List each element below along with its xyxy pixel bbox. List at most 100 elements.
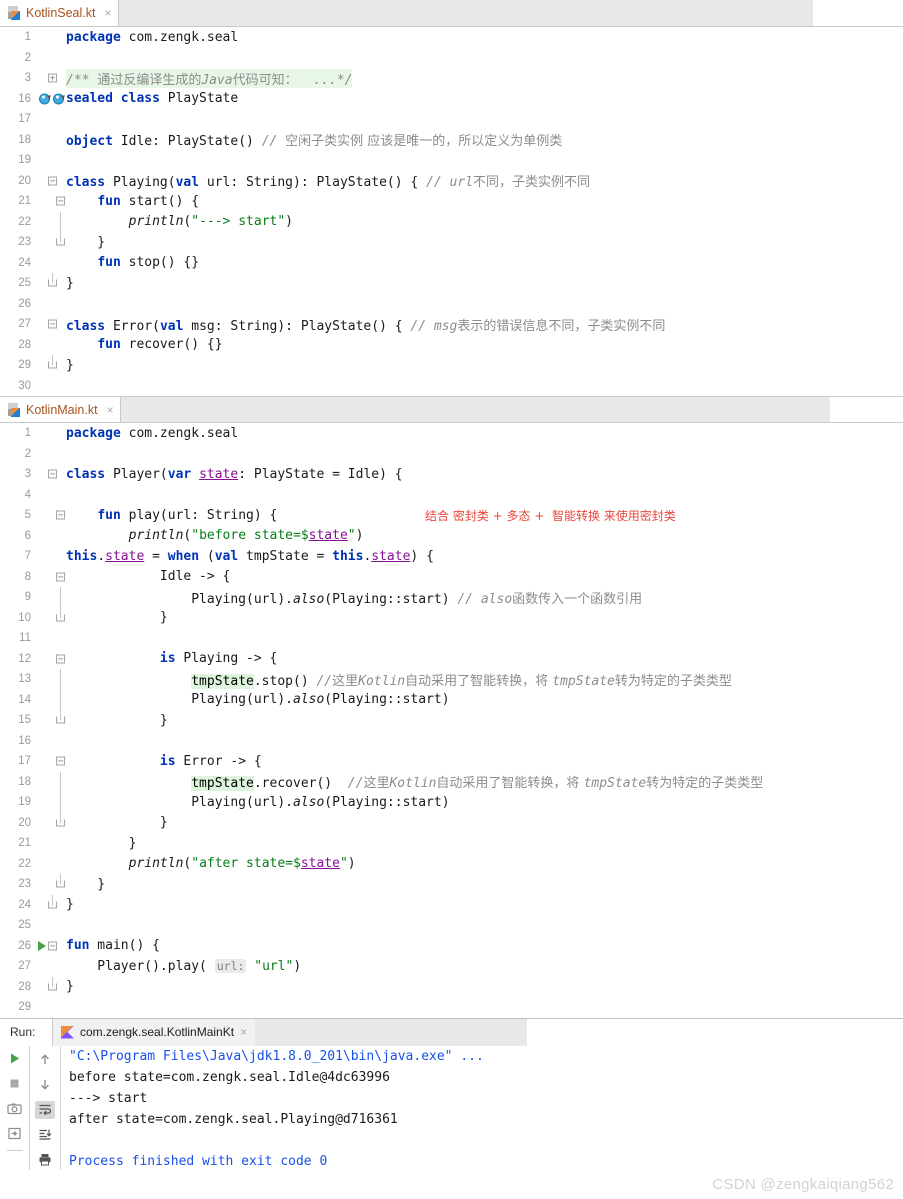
gutter-markers[interactable] (36, 355, 66, 376)
gutter-markers[interactable] (36, 129, 66, 150)
gutter-markers[interactable] (36, 314, 66, 335)
gutter-markers[interactable] (36, 443, 66, 464)
gutter-markers[interactable] (36, 525, 66, 546)
gutter-markers[interactable] (36, 464, 66, 485)
code-line[interactable]: 25} (0, 273, 903, 294)
gutter-markers[interactable] (36, 607, 66, 628)
gutter-markers[interactable] (36, 109, 66, 130)
code-line[interactable]: 5 fun play(url: String) {结合 密封类 + 多态 + 智… (0, 505, 903, 526)
gutter-markers[interactable] (36, 546, 66, 567)
code-line[interactable]: 12 is Playing -> { (0, 648, 903, 669)
gutter-markers[interactable] (36, 812, 66, 833)
gutter-markers[interactable] (36, 170, 66, 191)
gutter-markers[interactable] (36, 505, 66, 526)
console-output[interactable]: "C:\Program Files\Java\jdk1.8.0_201\bin\… (61, 1045, 903, 1170)
fold-collapse-icon[interactable] (48, 469, 57, 479)
code-line[interactable]: 19 Playing(url).also(Playing::start) (0, 792, 903, 813)
rerun-button[interactable] (5, 1125, 25, 1143)
code-line[interactable]: 13 tmpState.stop() //这里Kotlin自动采用了智能转换，将… (0, 669, 903, 690)
code-line[interactable]: 20 class Playing(val url: String): PlaySt… (0, 170, 903, 191)
code-line[interactable]: 16 (0, 730, 903, 751)
up-arrow-button[interactable] (35, 1051, 55, 1069)
code-line[interactable]: 17 is Error -> { (0, 751, 903, 772)
code-line[interactable]: 21 } (0, 833, 903, 854)
fold-collapse-icon[interactable] (56, 756, 65, 766)
code-line[interactable]: 3 /** 通过反编译生成的Java代码可知： ...*/ (0, 68, 903, 89)
close-icon[interactable]: × (104, 7, 111, 19)
fold-collapse-icon[interactable] (56, 572, 65, 582)
fold-collapse-icon[interactable] (56, 654, 65, 664)
print-button[interactable] (35, 1151, 55, 1169)
gutter-markers[interactable] (36, 191, 66, 212)
gutter-markers[interactable] (36, 252, 66, 273)
gutter-markers[interactable] (36, 293, 66, 314)
gutter-markers[interactable] (36, 771, 66, 792)
tab-kotlinmain[interactable]: KotlinMain.kt × (0, 397, 120, 422)
code-line[interactable]: 23 } (0, 874, 903, 895)
code-line[interactable]: 28 fun recover() {} (0, 334, 903, 355)
camera-button[interactable] (5, 1100, 25, 1118)
code-line[interactable]: 17 (0, 109, 903, 130)
code-line[interactable]: 1 package com.zengk.seal (0, 27, 903, 48)
gutter-markers[interactable] (36, 375, 66, 396)
code-line[interactable]: 16 sealed class PlayState (0, 88, 903, 109)
code-line[interactable]: 29 (0, 997, 903, 1018)
gutter-markers[interactable] (36, 669, 66, 690)
gutter-markers[interactable] (36, 88, 66, 109)
gutter-markers[interactable] (36, 997, 66, 1018)
gutter-markers[interactable] (36, 751, 66, 772)
fold-collapse-icon[interactable] (48, 941, 57, 951)
code-line[interactable]: 27 class Error(val msg: String): PlayStat… (0, 314, 903, 335)
code-line[interactable]: 25 (0, 915, 903, 936)
code-line[interactable]: 3 class Player(var state: PlayState = Idl… (0, 464, 903, 485)
gutter-markers[interactable] (36, 935, 66, 956)
gutter-markers[interactable] (36, 334, 66, 355)
code-line[interactable]: 23 } (0, 232, 903, 253)
run-gutter-icon[interactable] (38, 940, 46, 951)
gutter-markers[interactable] (36, 150, 66, 171)
editor-kotlinseal[interactable]: 1package com.zengk.seal23/** 通过反编译生成的Jav… (0, 27, 903, 396)
gutter-markers[interactable] (36, 423, 66, 444)
code-line[interactable]: 27 Player().play( url: "url") (0, 956, 903, 977)
soft-wrap-button[interactable] (35, 1100, 55, 1119)
code-line[interactable]: 4 (0, 484, 903, 505)
code-line[interactable]: 28} (0, 976, 903, 997)
fold-expand-icon[interactable] (48, 73, 57, 83)
code-line[interactable]: 7 this.state = when (val tmpState = this.… (0, 546, 903, 567)
code-line[interactable]: 9 Playing(url).also(Playing::start) // a… (0, 587, 903, 608)
gutter-markers[interactable] (36, 211, 66, 232)
gutter-markers[interactable] (36, 47, 66, 68)
gutter-markers[interactable] (36, 833, 66, 854)
code-line[interactable]: 8 Idle -> { (0, 566, 903, 587)
gutter-markers[interactable] (36, 628, 66, 649)
gutter-markers[interactable] (36, 587, 66, 608)
gutter-markers[interactable] (36, 68, 66, 89)
close-icon[interactable]: × (107, 404, 114, 416)
gutter-markers[interactable] (36, 710, 66, 731)
code-line[interactable]: 30 (0, 375, 903, 396)
code-line[interactable]: 19 (0, 150, 903, 171)
code-line[interactable]: 18 tmpState.recover() //这里Kotlin自动采用了智能转… (0, 771, 903, 792)
gutter-markers[interactable] (36, 792, 66, 813)
code-line[interactable]: 20 } (0, 812, 903, 833)
gutter-markers[interactable] (36, 956, 66, 977)
run-tab-kotlinmainkt[interactable]: com.zengk.seal.KotlinMainKt × (53, 1018, 256, 1046)
fold-collapse-icon[interactable] (56, 510, 65, 520)
gutter-markers[interactable] (36, 232, 66, 253)
editor-kotlinmain[interactable]: 1package com.zengk.seal23class Player(va… (0, 423, 903, 1018)
implemented-by-gutter-icons[interactable] (39, 93, 65, 105)
code-line[interactable]: 26 fun main() { (0, 935, 903, 956)
close-icon[interactable]: × (240, 1025, 247, 1039)
gutter-markers[interactable] (36, 730, 66, 751)
code-line[interactable]: 1 package com.zengk.seal (0, 423, 903, 444)
code-line[interactable]: 11 (0, 628, 903, 649)
code-line[interactable]: 29} (0, 355, 903, 376)
gutter-markers[interactable] (36, 566, 66, 587)
code-line[interactable]: 22 println("after state=$state") (0, 853, 903, 874)
gutter-markers[interactable] (36, 689, 66, 710)
gutter-markers[interactable] (36, 894, 66, 915)
fold-collapse-icon[interactable] (56, 196, 65, 206)
fold-collapse-icon[interactable] (48, 319, 57, 329)
code-line[interactable]: 14 Playing(url).also(Playing::start) (0, 689, 903, 710)
code-line[interactable]: 21 fun start() { (0, 191, 903, 212)
